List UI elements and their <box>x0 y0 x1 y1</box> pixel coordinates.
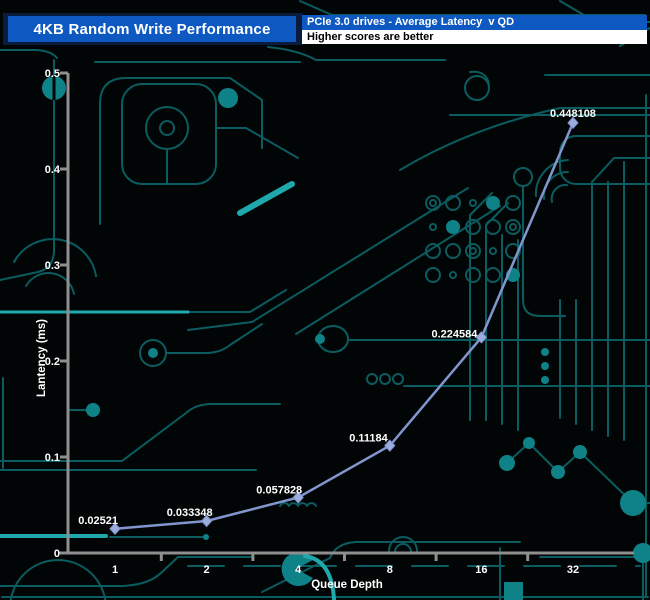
svg-text:0.3: 0.3 <box>45 260 60 272</box>
svg-text:0.4: 0.4 <box>45 164 61 176</box>
svg-text:0.448108: 0.448108 <box>550 108 596 120</box>
svg-text:0.057828: 0.057828 <box>256 484 302 496</box>
chart-canvas: 4KB Random Write Performance PCIe 3.0 dr… <box>0 0 650 600</box>
tick-labels: 00.10.20.30.40.51 2 4 8 16 32 <box>45 68 579 576</box>
svg-text:0.224584: 0.224584 <box>432 328 479 340</box>
svg-text:16: 16 <box>475 564 487 576</box>
axes <box>58 71 634 561</box>
svg-text:0.11184: 0.11184 <box>349 433 388 445</box>
svg-text:4: 4 <box>295 564 302 576</box>
svg-text:0: 0 <box>54 548 60 560</box>
svg-text:8: 8 <box>387 564 393 576</box>
latency-line-chart: 00.10.20.30.40.51 2 4 8 16 32Lantency (ms)Que… <box>36 68 634 591</box>
svg-text:2: 2 <box>204 564 210 576</box>
svg-text:1: 1 <box>112 564 118 576</box>
point-labels: 0.02521 0.033348 0.057828 0.11184 0.224584 0.… <box>78 108 596 527</box>
svg-text:0.02521: 0.02521 <box>78 515 118 527</box>
x-axis-title: Queue Depth <box>311 579 383 591</box>
svg-text:0.5: 0.5 <box>45 68 60 80</box>
y-axis-title: Lantency (ms) <box>36 319 48 397</box>
svg-text:0.1: 0.1 <box>45 452 60 464</box>
series-line <box>114 122 575 531</box>
svg-text:32: 32 <box>567 564 579 576</box>
svg-text:0.033348: 0.033348 <box>167 507 213 519</box>
